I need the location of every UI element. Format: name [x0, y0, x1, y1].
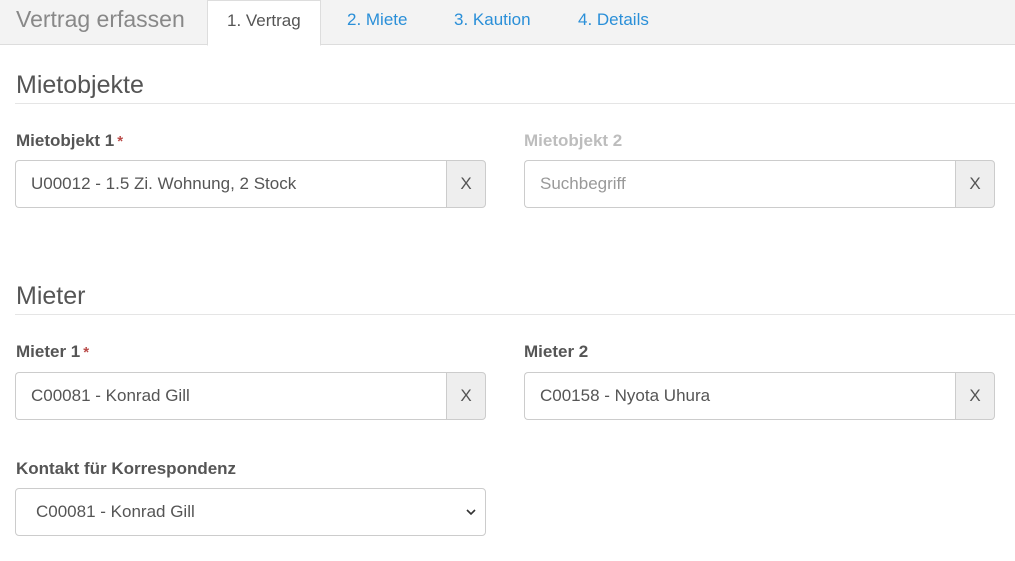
- kontakt-select[interactable]: C00081 - Konrad Gill: [15, 488, 486, 536]
- chevron-down-icon: [466, 509, 476, 516]
- mietobjekt1-group: U00012 - 1.5 Zi. Wohnung, 2 Stock X: [15, 160, 486, 208]
- mieter1-input[interactable]: C00081 - Konrad Gill: [15, 372, 446, 420]
- section-divider: [15, 103, 1015, 104]
- mieter2-group: C00158 - Nyota Uhura X: [524, 372, 995, 420]
- mietobjekt1-label: Mietobjekt 1 *: [16, 131, 124, 150]
- mieter2-input[interactable]: C00158 - Nyota Uhura: [524, 372, 955, 420]
- tab-details[interactable]: 4. Details: [578, 8, 649, 32]
- mieter2-label: Mieter 2: [524, 342, 589, 361]
- mieter1-label: Mieter 1 *: [16, 342, 90, 361]
- tab-kaution[interactable]: 3. Kaution: [454, 8, 531, 32]
- section-divider: [15, 314, 1015, 315]
- section-title-mietobjekte: Mietobjekte: [16, 71, 144, 99]
- mietobjekt2-input[interactable]: Suchbegriff: [524, 160, 955, 208]
- mieter1-clear-button[interactable]: X: [446, 372, 486, 420]
- tab-vertrag[interactable]: 1. Vertrag: [207, 0, 321, 46]
- mieter1-group: C00081 - Konrad Gill X: [15, 372, 486, 420]
- tab-miete[interactable]: 2. Miete: [347, 8, 407, 32]
- mietobjekt1-clear-button[interactable]: X: [446, 160, 486, 208]
- kontakt-select-value: C00081 - Konrad Gill: [36, 502, 195, 521]
- page-title: Vertrag erfassen: [16, 6, 185, 32]
- required-marker: *: [117, 133, 124, 150]
- kontakt-label: Kontakt für Korrespondenz: [16, 459, 237, 478]
- mietobjekt1-input[interactable]: U00012 - 1.5 Zi. Wohnung, 2 Stock: [15, 160, 446, 208]
- mietobjekt2-clear-button[interactable]: X: [955, 160, 995, 208]
- header-bar: Vertrag erfassen 1. Vertrag 2. Miete 3. …: [0, 0, 1015, 46]
- mieter2-clear-button[interactable]: X: [955, 372, 995, 420]
- mietobjekt2-label: Mietobjekt 2: [524, 131, 623, 150]
- required-marker: *: [83, 344, 90, 361]
- section-title-mieter: Mieter: [16, 282, 86, 310]
- mietobjekt2-group: Suchbegriff X: [524, 160, 995, 208]
